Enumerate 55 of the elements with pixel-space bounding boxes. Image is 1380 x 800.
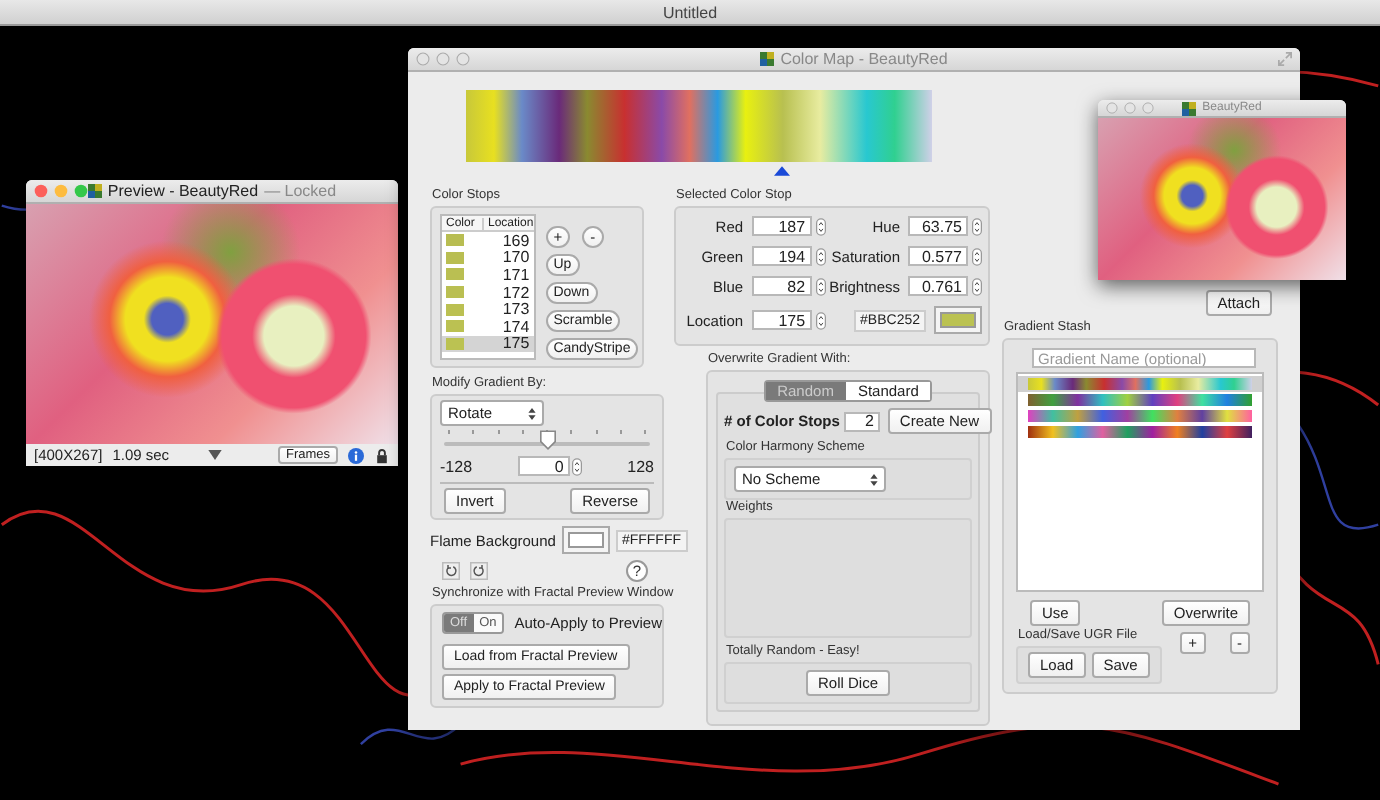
stop-marker-icon[interactable] <box>774 166 791 176</box>
stepper-icon[interactable] <box>815 277 826 295</box>
color-well[interactable] <box>934 306 982 334</box>
grid-icon <box>87 184 102 198</box>
value-input[interactable]: 0.577 <box>908 246 968 266</box>
value-input[interactable]: 0.761 <box>908 276 968 296</box>
stepper-icon[interactable] <box>972 247 982 265</box>
value-input[interactable]: 175 <box>751 310 812 330</box>
stop-location: 172 <box>502 283 530 302</box>
grid-icon <box>760 52 775 66</box>
grid-icon <box>1182 101 1197 115</box>
redo-icon[interactable] <box>470 562 488 580</box>
stepper-icon[interactable] <box>815 217 826 235</box>
locked-label: — Locked <box>264 182 337 200</box>
stop-location: 170 <box>502 248 530 267</box>
stop-row[interactable]: 169 <box>442 232 534 250</box>
lock-icon[interactable] <box>374 447 390 463</box>
updown-arrows-icon <box>870 473 878 485</box>
stepper-icon[interactable] <box>815 311 826 329</box>
range-max: 128 <box>627 457 654 475</box>
color-swatch <box>567 532 604 548</box>
value-input[interactable]: 194 <box>751 246 812 266</box>
stop-location: 169 <box>502 231 530 250</box>
stop-row[interactable]: 170 <box>442 249 534 267</box>
app-title: Untitled <box>662 3 718 21</box>
slider-track[interactable] <box>444 430 650 452</box>
stop-row[interactable]: 171 <box>442 266 534 284</box>
stop-row[interactable]: 173 <box>442 300 534 318</box>
stop-location: 174 <box>502 317 530 336</box>
value-input[interactable]: 187 <box>751 216 812 236</box>
info-icon[interactable] <box>348 447 364 463</box>
color-swatch <box>940 312 976 328</box>
stop-location: 171 <box>502 265 530 284</box>
stepper-icon[interactable] <box>571 457 582 475</box>
window-title: Preview - BeautyRed <box>107 182 259 200</box>
stop-row[interactable]: 174 <box>442 317 534 336</box>
value-input[interactable]: 82 <box>751 276 812 296</box>
stops-count-input[interactable]: 2 <box>843 411 880 431</box>
stop-row[interactable]: 175 <box>442 335 534 353</box>
color-well[interactable] <box>561 526 610 554</box>
updown-arrows-icon <box>528 407 536 419</box>
stepper-icon[interactable] <box>972 217 982 235</box>
stop-row[interactable]: 172 <box>442 283 534 301</box>
value-input[interactable]: 63.75 <box>908 216 968 236</box>
undo-icon[interactable] <box>442 562 460 580</box>
stepper-icon[interactable] <box>972 277 982 295</box>
range-min: -128 <box>440 457 473 475</box>
slider-thumb[interactable] <box>539 430 555 450</box>
dropdown-arrow-icon[interactable] <box>207 450 222 460</box>
stepper-icon[interactable] <box>815 247 826 265</box>
window-title: Color Map - BeautyRed <box>780 50 948 68</box>
gradient-list-item[interactable] <box>1018 376 1262 392</box>
rotate-input[interactable]: 0 <box>517 456 570 476</box>
stop-location: 175 <box>502 334 530 353</box>
stop-location: 173 <box>502 300 530 319</box>
